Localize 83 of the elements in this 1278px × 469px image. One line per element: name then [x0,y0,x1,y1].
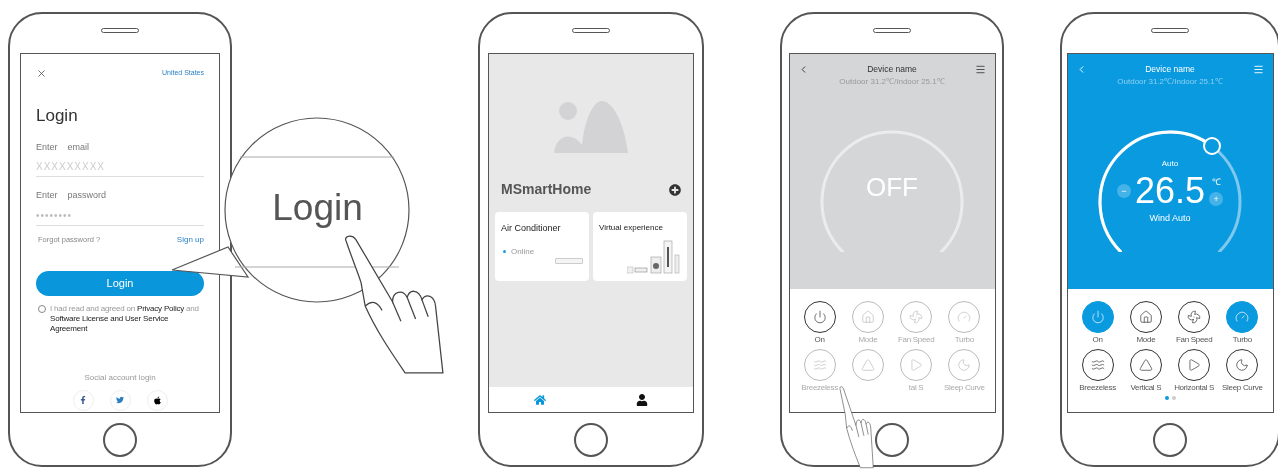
function-button[interactable] [803,301,836,333]
function-label: On [1092,335,1103,345]
magnifier-text: Login [271,186,364,230]
function-label: Turbo [1232,335,1252,345]
mode-label: Auto [1161,157,1179,170]
home-button[interactable] [875,423,909,457]
gauge-icon [1235,310,1250,324]
close-icon[interactable] [36,68,47,79]
phone-speaker [1151,28,1189,33]
function-label: Breezeless [801,383,838,393]
login-button[interactable]: Login [36,270,204,296]
waves-icon [812,358,827,372]
function-button[interactable] [1129,349,1162,381]
home-button[interactable] [1153,423,1187,457]
temperature-value: 26.5 [1134,171,1206,210]
field-label: password [67,189,107,202]
function-label: Mode [858,335,878,345]
phone-speaker [101,28,139,33]
app-title: MSmartHome [501,180,592,199]
facebook-icon [79,396,87,404]
dial-thumb[interactable] [1203,136,1221,155]
air-conditioner-icon [555,258,583,264]
decrease-button[interactable]: − [1116,183,1131,198]
play-icon [909,358,924,372]
function-label: On [814,335,825,345]
function-button[interactable] [1178,301,1211,333]
gauge-icon [957,310,972,324]
apple-icon [152,395,162,405]
function-button[interactable] [1178,349,1211,381]
moon-icon [1235,358,1250,372]
fan-icon [1187,310,1202,324]
function-label: Fan Speed [897,335,935,345]
agreement-checkbox[interactable] [38,304,46,313]
house-icon [860,310,875,324]
function-label: Breezeless [1079,383,1116,393]
house-icon [1138,310,1153,324]
function-label: tal S [908,383,924,393]
device-status: Online [511,245,535,258]
appliances-drawing [627,239,683,275]
home-icon [534,393,546,406]
function-button[interactable] [1081,349,1114,381]
field-label: email [67,140,90,154]
device-title: Device name [867,63,917,76]
field-label-prefix: Enter [36,189,58,202]
function-button[interactable] [1129,301,1162,333]
play-icon [1187,358,1202,372]
waves-icon [1090,358,1105,372]
function-label: Sleep Curve [944,383,985,393]
triangle-icon [1138,358,1153,372]
device-title: Device name [1145,63,1195,76]
device-name: Virtual experience [599,222,664,234]
person-icon [636,393,648,406]
function-label: Sleep Curve [1222,383,1263,393]
wind-label: Wind Auto [1149,211,1191,225]
sign-up-link[interactable]: Sign up [176,233,204,246]
unit-label: ℃ [1211,175,1221,188]
moon-icon [957,358,972,372]
power-icon [1090,310,1105,324]
device-card[interactable]: Air Conditioner Online [495,212,589,281]
function-button[interactable] [1226,349,1259,381]
function-label: Vertical S [1130,383,1162,393]
temperature-readout: Outdoor 31.2℃/Indoor 25.1℃ [1117,75,1223,88]
device-name: Air Conditioner [501,222,562,235]
field-label-prefix: Enter [36,140,58,154]
function-label: Mode [1136,335,1156,345]
phone-speaker [873,28,911,33]
add-icon[interactable] [669,183,681,196]
twitter-icon [116,396,124,404]
social-login-label: Social account login [83,371,157,384]
home-button[interactable] [103,423,137,457]
triangle-icon [860,358,875,372]
login-title: Login [36,105,79,127]
phone-speaker [572,28,610,33]
function-label: Horizontal S [1174,383,1215,393]
home-button[interactable] [574,423,608,457]
increase-button[interactable]: + [1209,191,1224,206]
fan-icon [909,310,924,324]
function-label: Fan Speed [1175,335,1213,345]
menu-icon[interactable] [1253,63,1265,75]
function-label: Turbo [954,335,974,345]
menu-icon[interactable] [975,63,987,75]
power-icon [812,310,827,324]
device-card[interactable]: Virtual experience [593,212,687,281]
